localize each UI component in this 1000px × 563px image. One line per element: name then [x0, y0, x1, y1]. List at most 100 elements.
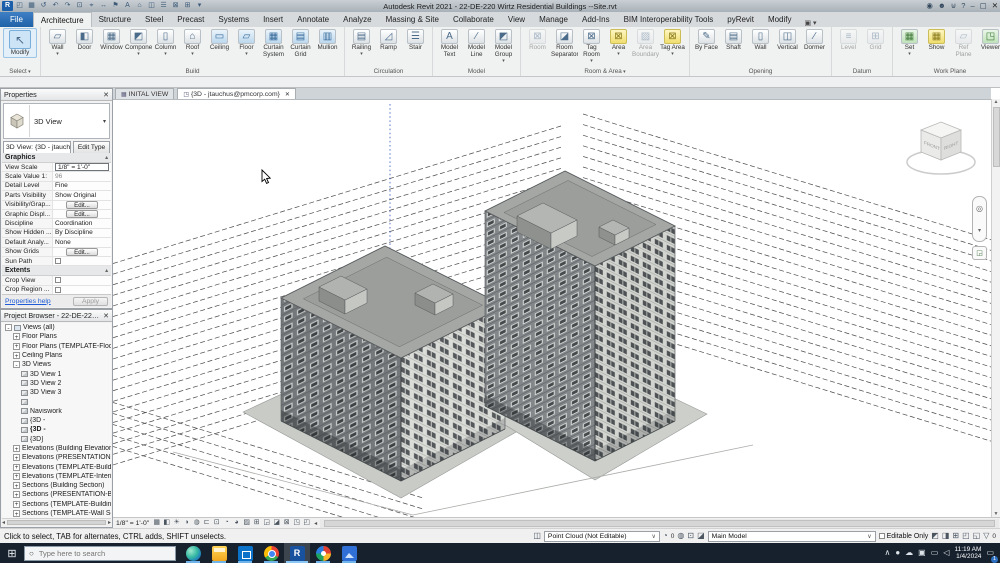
default-3d-view-icon[interactable]: ⌂: [134, 1, 145, 11]
tool-tag-room[interactable]: ⊠ Tag Room: [578, 28, 605, 63]
tree-item-3d-view-1[interactable]: 3D View 1: [2, 369, 111, 378]
temporary-view-properties-icon[interactable]: ▨: [242, 518, 251, 528]
tree-item-3d[interactable]: {3D}: [2, 435, 111, 444]
sun-path-icon[interactable]: ☀: [172, 518, 181, 528]
worksets-icon[interactable]: ◫: [533, 530, 541, 542]
scrollbar-thumb[interactable]: [324, 519, 995, 527]
property-value[interactable]: By Discipline: [53, 229, 111, 237]
tree-item-3d-view-2[interactable]: 3D View 2: [2, 379, 111, 388]
ribbon-tab-steel[interactable]: Steel: [138, 12, 170, 27]
tree-item-views-all[interactable]: Views (all): [2, 323, 111, 332]
borrowed-count[interactable]: 0: [671, 533, 675, 540]
view-scale-control[interactable]: 1/8" = 1'-0": [113, 520, 152, 527]
revit-app-icon[interactable]: R: [2, 1, 13, 11]
tree-item-sections-template-wall-sec[interactable]: Sections (TEMPLATE-Wall Sec: [2, 509, 111, 518]
restore-icon[interactable]: ▢: [980, 1, 987, 11]
property-checkbox[interactable]: [55, 277, 61, 284]
property-value[interactable]: 1/8" = 1'-0": [55, 163, 109, 171]
tree-item-elevations-presentation-b[interactable]: Elevations (PRESENTATION-B: [2, 453, 111, 462]
edit-button[interactable]: Edit...: [66, 210, 98, 219]
tree-item-naviswork[interactable]: Naviswork: [2, 407, 111, 416]
search-input[interactable]: [36, 547, 157, 559]
redo-icon[interactable]: ↷: [62, 1, 73, 11]
ribbon-tab-structure[interactable]: Structure: [92, 12, 138, 27]
help-icon[interactable]: ?: [961, 1, 965, 11]
tool-stair[interactable]: ☰ Stair: [402, 28, 429, 52]
tree-item-sections-template-building[interactable]: Sections (TEMPLATE-Building: [2, 500, 111, 509]
editable-only-control[interactable]: Editable Only: [878, 533, 928, 540]
expand-icon[interactable]: [13, 463, 20, 471]
vertical-scrollbar[interactable]: ▲ ▼: [991, 99, 1000, 517]
app-slot-file-explorer-icon[interactable]: [206, 543, 232, 563]
ribbon-tab-modify[interactable]: Modify: [761, 12, 799, 27]
property-value[interactable]: Show Original: [53, 191, 111, 199]
worksharing-display-status-icon[interactable]: ◍: [677, 530, 684, 542]
ribbon-tab-view[interactable]: View: [501, 12, 532, 27]
reveal-constraints-icon[interactable]: ⊠: [282, 518, 291, 528]
tool-wall[interactable]: ▱ Wall: [44, 28, 71, 56]
tree-item-3d[interactable]: {3D -: [2, 416, 111, 425]
tool-window[interactable]: ▦ Window: [98, 28, 125, 52]
app-slot-chrome-icon[interactable]: [258, 543, 284, 563]
ribbon-tab-add-ins[interactable]: Add-Ins: [575, 12, 617, 27]
ribbon-tab-bim-interoperability-tools[interactable]: BIM Interoperability Tools: [617, 12, 721, 27]
tool-component[interactable]: ◩Component: [125, 28, 152, 56]
property-value[interactable]: Coordination: [53, 219, 111, 227]
ribbon-tab-manage[interactable]: Manage: [532, 12, 575, 27]
editable-only-checkbox[interactable]: [878, 533, 885, 539]
show-analytical-model-icon[interactable]: ⊞: [252, 518, 261, 528]
tree-item-item[interactable]: [2, 397, 111, 406]
close-hidden-windows-icon[interactable]: ⊠: [170, 1, 181, 11]
tool-curtain-system[interactable]: ▦ Curtain System: [260, 28, 287, 59]
color-wheel-icon[interactable]: [315, 545, 331, 561]
temporary-hide-isolate-icon[interactable]: ◔: [222, 518, 231, 528]
expand-icon[interactable]: [13, 500, 20, 508]
chrome-icon[interactable]: [263, 545, 279, 561]
ribbon-tab-annotate[interactable]: Annotate: [290, 12, 336, 27]
horizontal-scrollbar[interactable]: [320, 518, 999, 528]
tool-roof[interactable]: ⌂ Roof: [179, 28, 206, 56]
tool-ceiling[interactable]: ▭ Ceiling: [206, 28, 233, 52]
reload-latest-icon[interactable]: ⊡: [687, 530, 694, 542]
filter-count[interactable]: 0: [992, 533, 996, 540]
reveal-hidden-icon[interactable]: ◕: [232, 518, 241, 528]
tree-item-ceiling-plans[interactable]: Ceiling Plans: [2, 351, 111, 360]
group-label-room-area[interactable]: Room & Area: [524, 67, 686, 76]
collapse-icon[interactable]: [13, 361, 20, 369]
app-slot-revit-taskbar-icon[interactable]: R: [284, 543, 310, 563]
file-explorer-icon[interactable]: [211, 545, 227, 561]
scrollbar-thumb[interactable]: [7, 520, 106, 525]
edge-icon[interactable]: [185, 545, 201, 561]
start-button[interactable]: ⊞: [0, 543, 24, 563]
save-icon[interactable]: ▦: [26, 1, 37, 11]
app-slot-color-wheel-icon[interactable]: [310, 543, 336, 563]
tag-by-category-icon[interactable]: ⚑: [110, 1, 121, 11]
volume-icon[interactable]: ◁: [943, 543, 949, 563]
ribbon-tab-systems[interactable]: Systems: [211, 12, 256, 27]
tool-vertical[interactable]: ◫ Vertical: [774, 28, 801, 52]
highlight-displacement-icon[interactable]: ◲: [262, 518, 271, 528]
apply-button[interactable]: Apply: [72, 296, 108, 306]
scroll-up-icon[interactable]: ▲: [994, 99, 999, 105]
select-pinned-icon[interactable]: ⊞: [952, 530, 959, 542]
close-icon[interactable]: ✕: [101, 312, 109, 320]
tool-wall[interactable]: ▯ Wall: [747, 28, 774, 52]
navigation-bar[interactable]: ◎ ▾: [972, 196, 987, 242]
ribbon-tab-precast[interactable]: Precast: [170, 12, 211, 27]
tool-dormer[interactable]: ∕ Dormer: [801, 28, 828, 52]
edit-button[interactable]: Edit...: [66, 247, 98, 256]
taskbar-search[interactable]: ○: [24, 545, 176, 561]
scroll-right-icon[interactable]: ▸: [108, 519, 111, 526]
filter-icon[interactable]: ▽: [983, 530, 989, 542]
tool-model-group[interactable]: ◩ Model Group: [490, 28, 517, 63]
chrome-tray-icon[interactable]: ●: [895, 543, 900, 563]
measure-icon[interactable]: ⌖: [86, 1, 97, 11]
group-label-select[interactable]: Select: [3, 67, 37, 76]
property-value[interactable]: 96: [53, 172, 111, 180]
tree-item-3d-view-3[interactable]: 3D View 3: [2, 388, 111, 397]
ribbon-tab-collaborate[interactable]: Collaborate: [446, 12, 501, 27]
design-options-icon[interactable]: ◪: [697, 530, 705, 542]
tool-by-face[interactable]: ✎ By Face: [693, 28, 720, 52]
app-slot-store-icon[interactable]: [232, 543, 258, 563]
editable-elements-icon[interactable]: ◔: [663, 530, 668, 542]
